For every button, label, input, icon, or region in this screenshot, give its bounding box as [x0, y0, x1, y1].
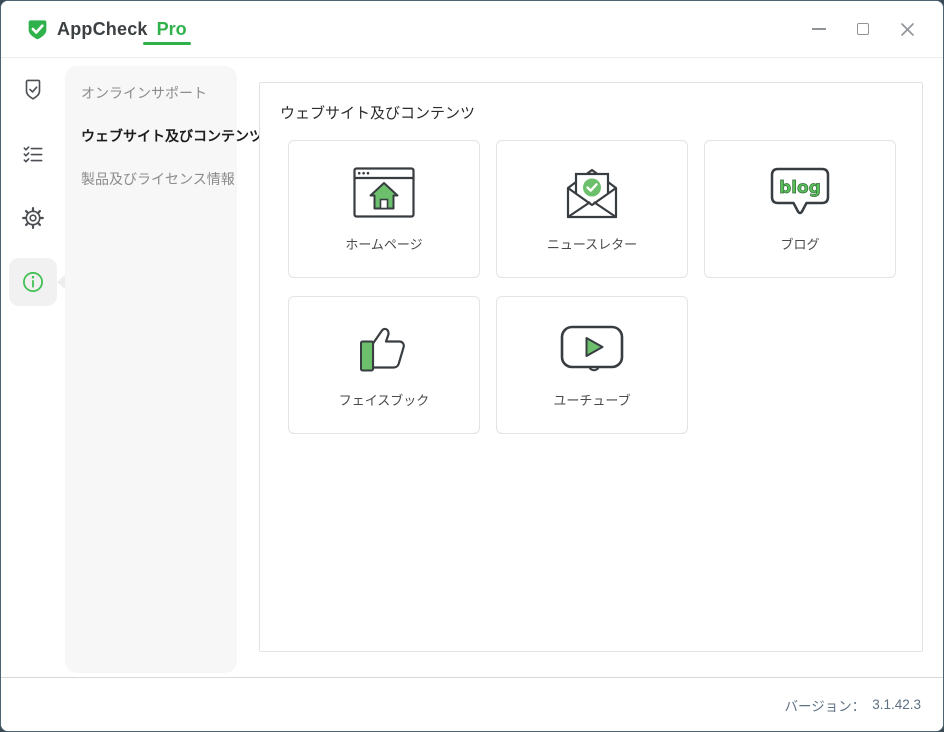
- newsletter-envelope-icon: [560, 141, 624, 234]
- minimize-icon: [812, 28, 826, 30]
- appcheck-window: AppCheck Pro: [0, 0, 944, 732]
- maximize-button[interactable]: [841, 9, 885, 49]
- footer: バージョン： 3.1.42.3: [1, 677, 943, 731]
- card-youtube[interactable]: ユーチューブ: [496, 296, 688, 434]
- shield-check-icon: [20, 77, 46, 103]
- card-label: ブログ: [780, 234, 819, 253]
- card-facebook[interactable]: フェイスブック: [288, 296, 480, 434]
- content-panel: ウェブサイト及びコンテンツ: [259, 82, 923, 652]
- card-label: ユーチューブ: [553, 390, 630, 409]
- card-label: フェイスブック: [339, 390, 430, 409]
- link-cards: ホームページ: [288, 140, 922, 434]
- rail-item-info[interactable]: [9, 258, 57, 306]
- content-area: ウェブサイト及びコンテンツ: [237, 58, 944, 677]
- settings-gear-icon: [20, 205, 46, 231]
- app-edition: Pro: [157, 19, 187, 40]
- sidebar-item-online-support[interactable]: オンラインサポート: [65, 71, 237, 114]
- card-homepage[interactable]: ホームページ: [288, 140, 480, 278]
- maximize-icon: [857, 23, 869, 35]
- window-controls: [797, 9, 929, 49]
- sidebar: オンラインサポート ウェブサイト及びコンテンツ 製品及びライセンス情報: [65, 66, 237, 673]
- icon-rail: [1, 58, 65, 677]
- appcheck-shield-logo-icon: [25, 17, 50, 42]
- rail-item-tasks[interactable]: [9, 130, 57, 178]
- blog-bubble-text: blog: [779, 178, 821, 198]
- body: オンラインサポート ウェブサイト及びコンテンツ 製品及びライセンス情報 ウェブサ…: [1, 58, 943, 677]
- app-logo: AppCheck Pro: [25, 17, 187, 42]
- rail-item-settings[interactable]: [9, 194, 57, 242]
- facebook-like-icon: [356, 297, 412, 390]
- page-title: ウェブサイト及びコンテンツ: [280, 102, 922, 123]
- close-button[interactable]: [885, 9, 929, 49]
- titlebar: AppCheck Pro: [1, 1, 943, 58]
- blog-speech-bubble-icon: blog: [769, 141, 831, 234]
- youtube-play-icon: [559, 297, 625, 390]
- sidebar-item-website-contents[interactable]: ウェブサイト及びコンテンツ: [65, 114, 237, 157]
- rail-item-protection[interactable]: [9, 66, 57, 114]
- version-value: 3.1.42.3: [872, 697, 921, 712]
- sidebar-item-product-license[interactable]: 製品及びライセンス情報: [65, 157, 237, 200]
- card-label: ホームページ: [345, 234, 422, 253]
- close-icon: [900, 22, 915, 37]
- minimize-button[interactable]: [797, 9, 841, 49]
- card-label: ニュースレター: [547, 234, 637, 253]
- card-blog[interactable]: blog ブログ: [704, 140, 896, 278]
- version-label: バージョン：: [784, 695, 865, 715]
- homepage-browser-icon: [353, 141, 415, 234]
- task-list-icon: [20, 141, 46, 167]
- card-newsletter[interactable]: ニュースレター: [496, 140, 688, 278]
- app-name: AppCheck: [57, 19, 148, 40]
- info-icon: [20, 269, 46, 295]
